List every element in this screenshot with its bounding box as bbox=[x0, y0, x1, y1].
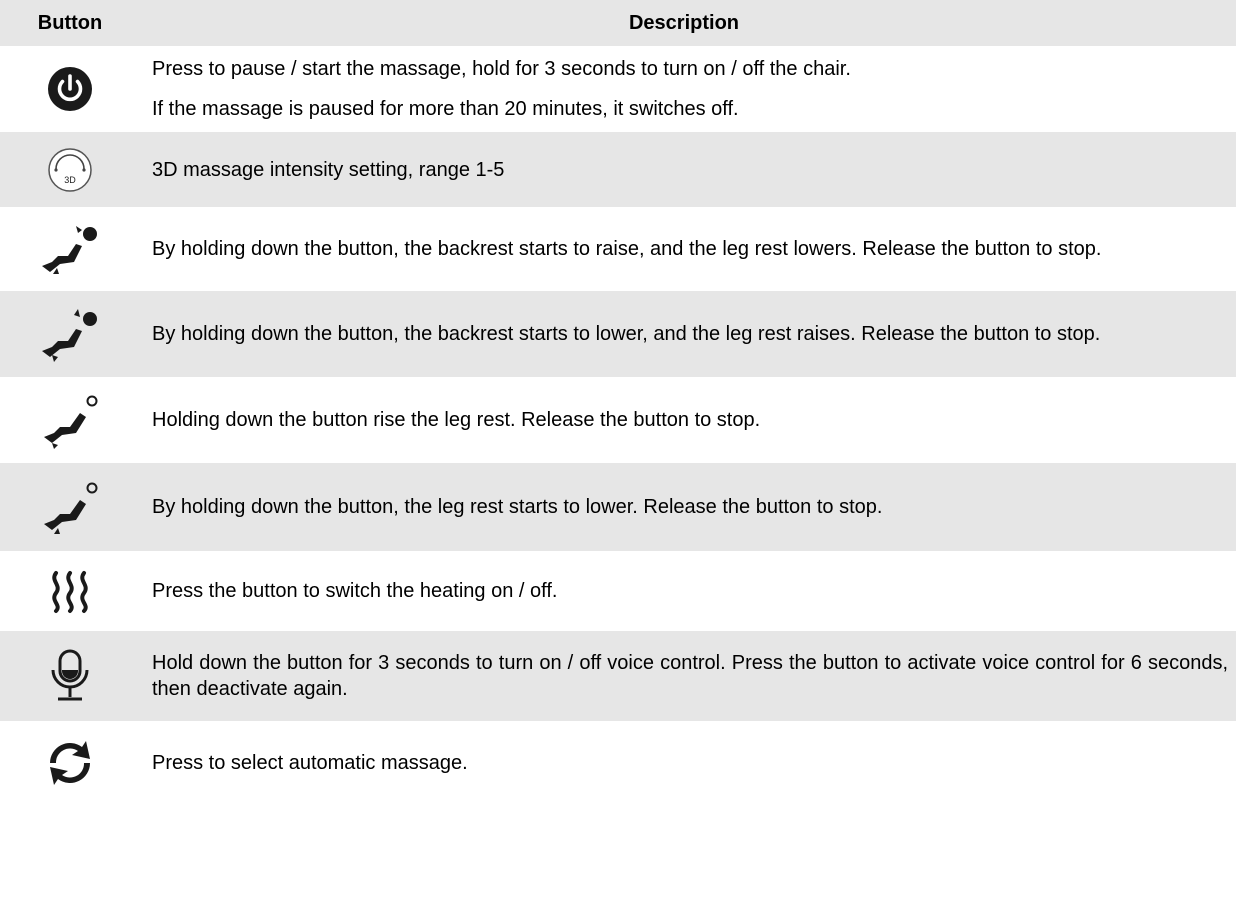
svg-text:3D: 3D bbox=[64, 175, 76, 185]
header-button: Button bbox=[37, 11, 103, 34]
button-description-table: Button Description Press to pause / star… bbox=[0, 0, 1236, 804]
table-row: Press to pause / start the massage, hold… bbox=[0, 46, 1236, 132]
table-row: Press to select automatic massage. bbox=[0, 721, 1236, 804]
table-row: Holding down the button rise the leg res… bbox=[0, 377, 1236, 463]
row-description: By holding down the button, the backrest… bbox=[152, 238, 1102, 260]
row-description: Press to select automatic massage. bbox=[152, 751, 468, 774]
table-row: By holding down the button, the backrest… bbox=[0, 207, 1236, 291]
row-description: Holding down the button rise the leg res… bbox=[152, 409, 761, 431]
legrest-up-icon bbox=[0, 377, 140, 463]
auto-massage-icon bbox=[0, 721, 140, 804]
row-description: By holding down the button, the leg rest… bbox=[152, 496, 883, 518]
recline-backrest-down-icon bbox=[0, 291, 140, 377]
row-description: If the massage is paused for more than 2… bbox=[152, 98, 739, 120]
table-row: Press the button to switch the heating o… bbox=[0, 551, 1236, 631]
recline-backrest-up-icon bbox=[0, 207, 140, 291]
table-row: By holding down the button, the backrest… bbox=[0, 291, 1236, 377]
heating-icon bbox=[0, 551, 140, 631]
row-description: Hold down the button for 3 seconds to tu… bbox=[152, 652, 1228, 700]
table-row: Hold down the button for 3 seconds to tu… bbox=[0, 631, 1236, 721]
microphone-icon bbox=[0, 631, 140, 721]
row-description: Press to pause / start the massage, hold… bbox=[152, 58, 851, 80]
3d-intensity-icon: 3D bbox=[0, 132, 140, 207]
power-icon bbox=[0, 46, 140, 132]
row-description: Press the button to switch the heating o… bbox=[152, 580, 558, 602]
header-description: Description bbox=[628, 12, 740, 34]
row-description: 3D massage intensity setting, range 1-5 bbox=[152, 158, 505, 181]
row-description: By holding down the button, the backrest… bbox=[152, 323, 1101, 345]
legrest-down-icon bbox=[0, 463, 140, 551]
table-row: 3D 3D massage intensity setting, range 1… bbox=[0, 132, 1236, 207]
table-header: Button Description bbox=[0, 0, 1236, 46]
table-row: By holding down the button, the leg rest… bbox=[0, 463, 1236, 551]
